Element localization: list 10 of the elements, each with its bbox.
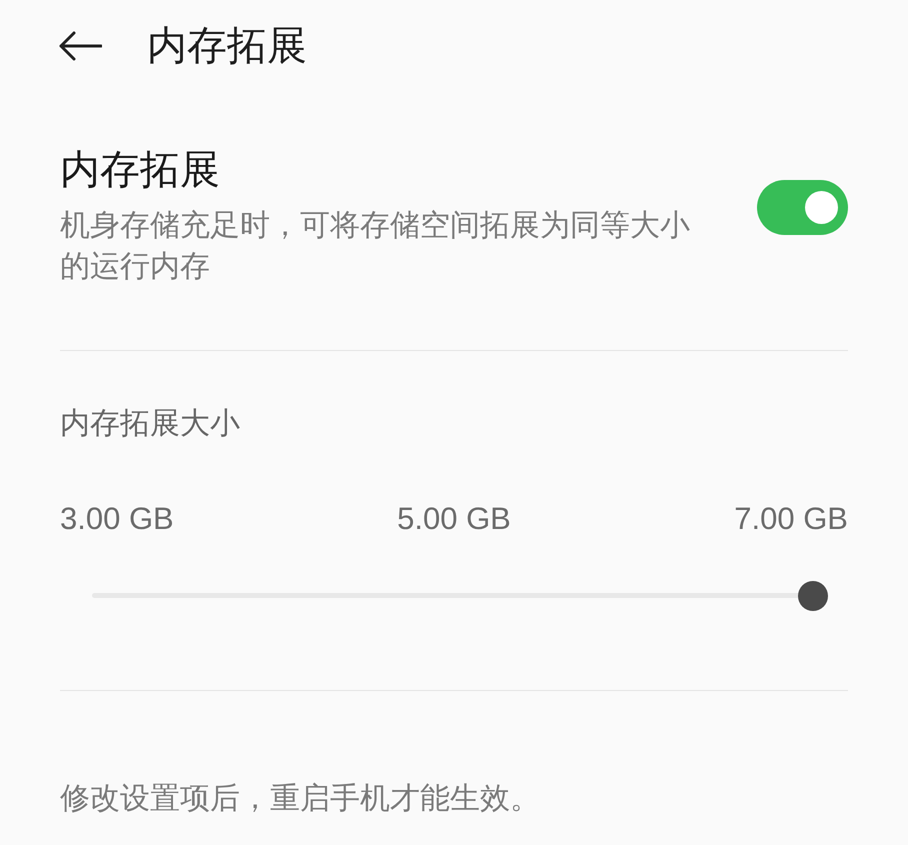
setting-title: 内存拓展 — [60, 147, 221, 194]
back-arrow-icon[interactable] — [58, 31, 102, 61]
setting-description: 机身存储充足时，可将存储空间拓展为同等大小的运行内存 — [60, 208, 691, 285]
slider-thumb[interactable] — [798, 581, 828, 611]
footer-note: 修改设置项后，重启手机才能生效。 — [60, 782, 540, 815]
tick-label: 3.00 GB — [60, 500, 174, 538]
tick-label: 5.00 GB — [397, 500, 511, 538]
tick-label: 7.00 GB — [734, 500, 848, 538]
section-label: 内存拓展大小 — [60, 407, 240, 440]
page-title: 内存拓展 — [147, 23, 307, 70]
